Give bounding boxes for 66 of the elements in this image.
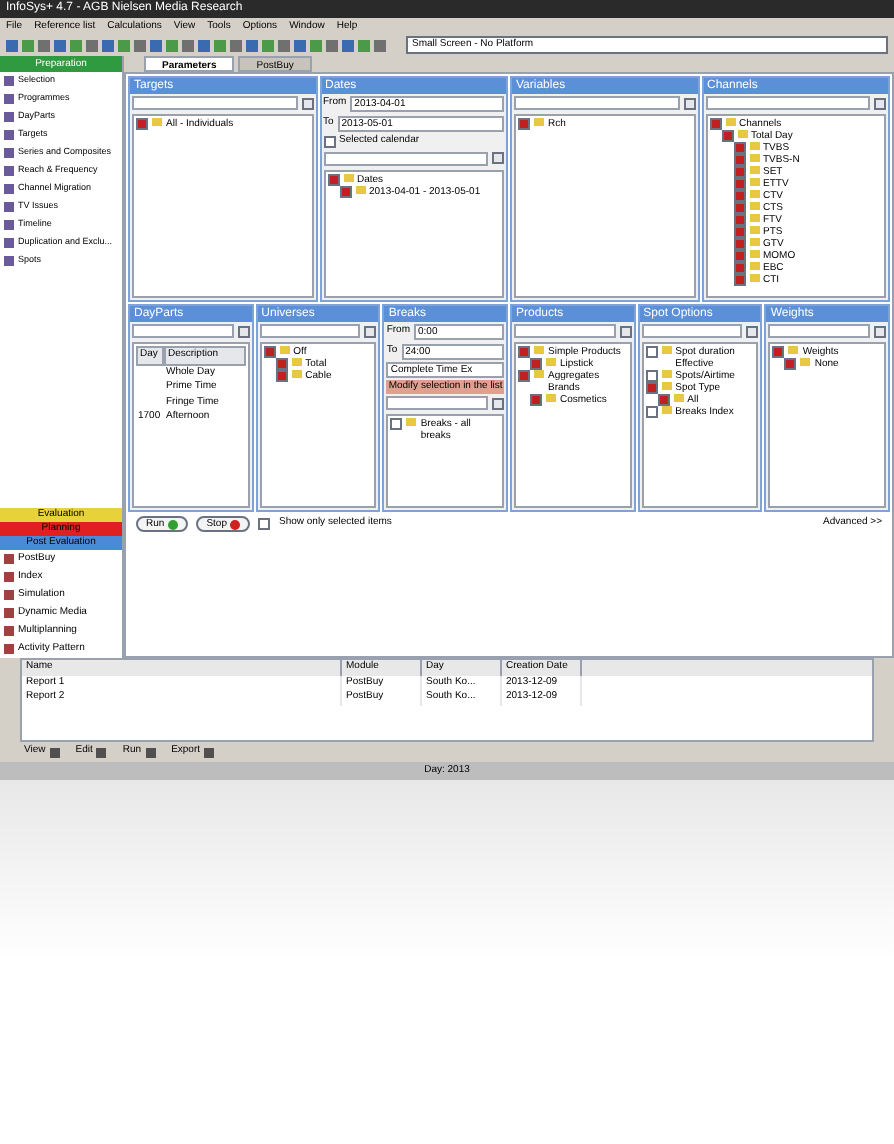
checkbox[interactable] — [518, 370, 530, 382]
checkbox[interactable] — [733, 202, 745, 214]
folder-icon — [152, 118, 162, 126]
search-icon[interactable] — [492, 397, 504, 409]
checkbox[interactable] — [530, 394, 542, 406]
checkbox[interactable] — [733, 142, 745, 154]
toolbar-icon — [204, 747, 215, 757]
checkbox[interactable] — [136, 118, 148, 130]
checkbox[interactable] — [733, 274, 745, 286]
search-field[interactable] — [323, 151, 488, 165]
folder-icon — [661, 346, 672, 354]
folder-icon — [406, 418, 417, 426]
search-field[interactable] — [514, 324, 616, 338]
checkbox[interactable] — [327, 173, 339, 185]
checkbox[interactable] — [275, 358, 288, 370]
folder-icon — [534, 118, 544, 126]
search-icon[interactable] — [746, 325, 759, 337]
search-field[interactable] — [641, 324, 743, 338]
search-field[interactable] — [386, 396, 488, 410]
checkbox[interactable] — [733, 238, 745, 250]
checkbox[interactable] — [645, 382, 658, 394]
toolbar-icon — [49, 747, 60, 757]
checkbox[interactable] — [733, 214, 745, 226]
checkbox[interactable] — [733, 250, 745, 262]
checkbox[interactable] — [733, 154, 745, 166]
checkbox[interactable] — [709, 118, 721, 130]
search-icon[interactable] — [874, 325, 886, 337]
checkbox[interactable] — [733, 178, 745, 190]
search-icon[interactable] — [492, 152, 504, 164]
checkbox[interactable] — [733, 226, 745, 238]
checkbox[interactable] — [733, 190, 745, 202]
checkbox[interactable] — [784, 358, 797, 370]
search-icon[interactable] — [619, 325, 632, 337]
checkbox[interactable] — [518, 118, 530, 130]
checkbox[interactable] — [518, 346, 530, 358]
checkbox[interactable] — [323, 135, 335, 148]
checkbox[interactable] — [258, 518, 271, 530]
checkbox[interactable] — [645, 370, 658, 382]
search-field[interactable] — [132, 324, 234, 338]
checkbox[interactable] — [339, 185, 351, 197]
search-field[interactable] — [514, 96, 679, 110]
checkbox[interactable] — [263, 346, 276, 358]
search-field[interactable] — [259, 324, 361, 338]
folder-icon — [546, 394, 556, 402]
search-icon[interactable] — [301, 97, 313, 109]
search-icon[interactable] — [874, 97, 886, 109]
checkbox[interactable] — [645, 406, 658, 418]
search-field[interactable] — [705, 96, 870, 110]
checkbox[interactable] — [530, 358, 542, 370]
search-icon[interactable] — [237, 325, 250, 337]
checkbox[interactable] — [390, 418, 403, 430]
search-field[interactable] — [132, 96, 297, 110]
go-icon — [168, 519, 179, 529]
checkbox[interactable] — [645, 346, 658, 358]
checkbox[interactable] — [721, 130, 733, 142]
toolbar-icon — [96, 747, 107, 757]
checkbox[interactable] — [657, 394, 670, 406]
checkbox[interactable] — [772, 346, 785, 358]
checkbox[interactable] — [275, 370, 288, 382]
stop-icon — [230, 519, 241, 529]
toolbar-icon — [145, 747, 156, 757]
search-icon[interactable] — [364, 325, 377, 337]
checkbox[interactable] — [733, 262, 745, 274]
checkbox[interactable] — [733, 166, 745, 178]
search-field[interactable] — [768, 324, 870, 338]
search-icon[interactable] — [683, 97, 695, 109]
